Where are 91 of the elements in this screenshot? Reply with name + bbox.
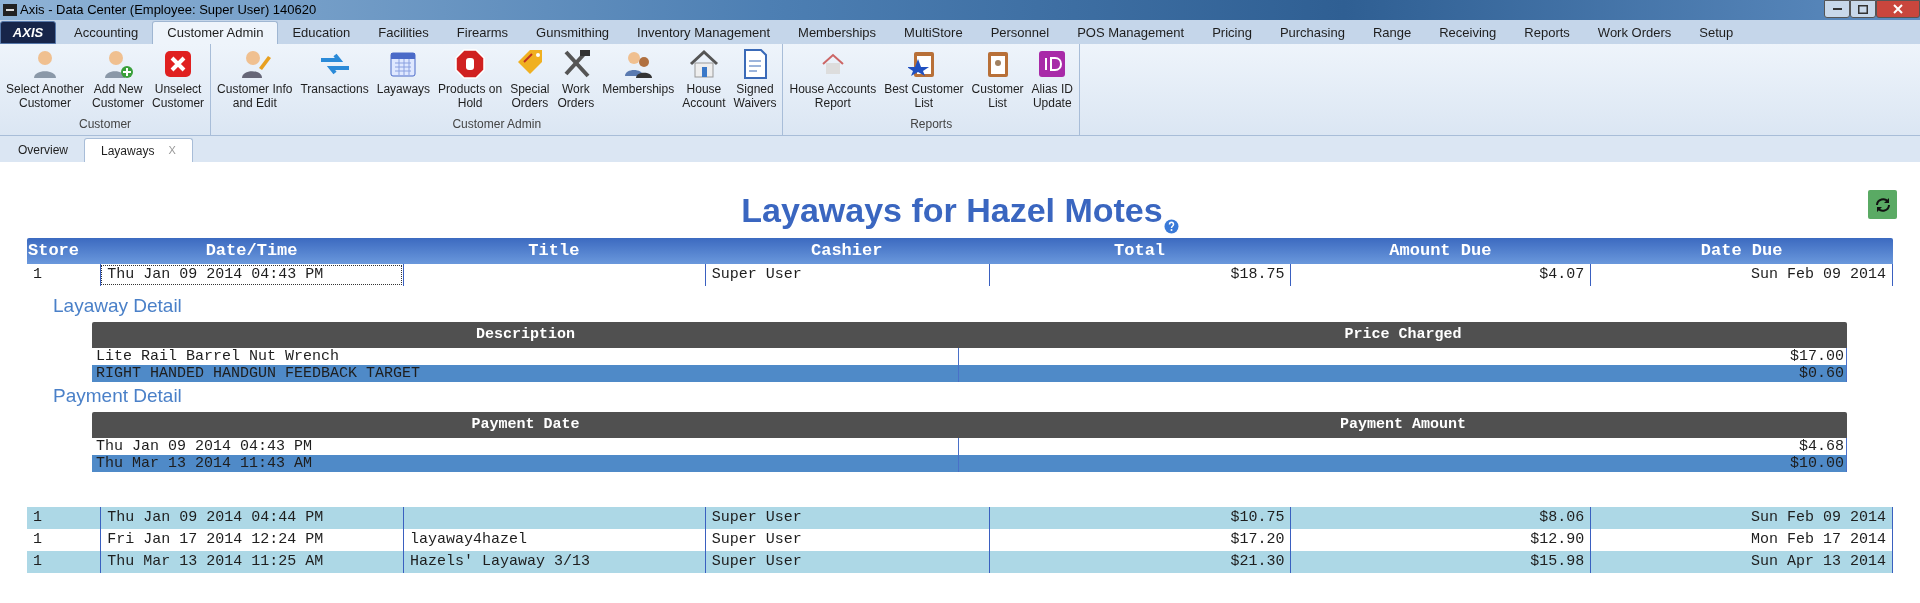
menu-tab[interactable]: Pricing — [1198, 21, 1266, 44]
column-header: Total — [1113, 240, 1167, 263]
menu-tab[interactable]: MultiStore — [890, 21, 977, 44]
table-cell: Thu Mar 13 2014 11:43 AM — [92, 455, 959, 472]
section-heading: Payment Detail — [53, 383, 183, 408]
table-row[interactable]: RIGHT HANDED HANDGUN FEEDBACK TARGET $0.60 — [92, 365, 1847, 382]
maximize-icon — [1858, 4, 1868, 14]
table-cell-text: 1 — [32, 507, 43, 528]
refresh-icon — [1873, 195, 1892, 214]
ribbon-button[interactable]: Best Customer List — [880, 44, 968, 115]
document-tab[interactable]: Layaways X — [84, 138, 193, 162]
ribbon-button[interactable]: Unselect Customer — [148, 44, 209, 115]
minimize-icon — [1832, 8, 1842, 10]
ribbon-button[interactable]: Layaways — [372, 44, 435, 115]
table-row[interactable]: 1 Thu Jan 09 2014 04:44 PM Super User $10.75 $8.06 Sun Feb 09 2014 — [27, 507, 1893, 529]
table-cell: $15.98 — [1290, 551, 1591, 573]
menu-tab[interactable]: Firearms — [442, 21, 523, 44]
ribbon-button[interactable]: Work Orders — [553, 44, 599, 115]
column-header: Store — [27, 240, 80, 263]
window-title: Axis - Data Center (Employee: Super User) 140620 — [20, 1, 317, 20]
table-cell: $4.07 — [1290, 264, 1591, 286]
menu-tab[interactable]: Education — [278, 21, 365, 44]
menu-tab[interactable]: Facilities — [364, 21, 443, 44]
app-icon — [3, 4, 17, 16]
table-cell: $18.75 — [988, 264, 1291, 286]
table-cell-text: 1 — [32, 529, 43, 550]
menu-tab[interactable]: Gunsmithing — [522, 21, 624, 44]
table-cell-text: 1 — [32, 551, 43, 572]
refresh-button[interactable] — [1868, 190, 1897, 219]
menu-tab[interactable]: Purchasing — [1265, 21, 1359, 44]
menu-tab[interactable]: Work Orders — [1583, 21, 1686, 44]
maximize-button[interactable] — [1850, 0, 1876, 18]
table-cell: Super User — [704, 264, 989, 286]
ribbon-button[interactable]: Transactions — [296, 44, 373, 115]
table-cell-text: 1 — [32, 264, 43, 285]
ribbon-button[interactable]: Customer List — [967, 44, 1028, 115]
section-heading: Layaway Detail — [53, 293, 183, 318]
ribbon-button[interactable]: Select Another Customer — [2, 44, 89, 115]
column-header: Cashier — [810, 240, 884, 263]
column-header: Date Due — [1699, 240, 1784, 263]
stop-hand-icon — [454, 48, 487, 80]
table-cell: Hazels' Layaway 3/13 — [403, 551, 705, 573]
close-icon — [1893, 4, 1903, 14]
menu-tab[interactable]: Accounting — [60, 21, 153, 44]
table-cell: Super User — [704, 551, 989, 573]
page-title: Layaways for Hazel Motes — [741, 190, 1163, 230]
ribbon-button[interactable]: Customer Info and Edit — [213, 44, 297, 115]
column-header: Price Charged — [1343, 324, 1463, 345]
menu-tab[interactable]: Inventory Management — [623, 21, 785, 44]
ribbon-button[interactable]: Memberships — [598, 44, 679, 115]
column-header: Date/Time — [204, 240, 299, 263]
house-icon — [687, 48, 720, 80]
minimize-button[interactable] — [1824, 0, 1850, 18]
menu-tab[interactable]: Personnel — [976, 21, 1064, 44]
ribbon-button[interactable]: House Account — [678, 44, 730, 115]
menu-tab[interactable]: POS Management — [1063, 21, 1199, 44]
menu-tab[interactable]: Range — [1358, 21, 1426, 44]
ribbon-button[interactable]: House Accounts Report — [785, 44, 881, 115]
ribbon-group-label: Customer — [78, 116, 133, 133]
table-cell: Thu Jan 09 2014 04:43 PM — [100, 264, 403, 286]
ribbon-group-label: Reports — [909, 116, 954, 133]
ribbon-button[interactable]: Add New Customer — [88, 44, 149, 115]
close-button[interactable] — [1876, 0, 1920, 18]
document-tab[interactable]: Overview — [2, 138, 84, 162]
help-icon[interactable] — [1163, 219, 1179, 234]
column-header: Amount Due — [1388, 240, 1493, 263]
ribbon-group-label: Customer Admin — [451, 116, 543, 133]
ribbon-button[interactable]: Special Orders — [506, 44, 554, 115]
table-row[interactable]: 1 Thu Mar 13 2014 11:25 AM Hazels' Layaway 3/13 Super User $21.30 $15.98 Sun Apr 13 2014 — [27, 551, 1893, 573]
table-cell: Thu Mar 13 2014 11:25 AM — [100, 551, 403, 573]
menu-tab[interactable]: Memberships — [784, 21, 891, 44]
menu-tab[interactable]: Customer Admin — [152, 21, 279, 44]
table-row[interactable]: Thu Mar 13 2014 11:43 AM $10.00 — [92, 455, 1847, 472]
column-header: Title — [527, 240, 581, 263]
ribbon-button[interactable]: Products on Hold — [434, 44, 507, 115]
ribbon-button[interactable]: Alias ID Update — [1027, 44, 1077, 115]
table-cell: Sun Feb 09 2014 — [1590, 264, 1893, 286]
person-add-icon — [102, 48, 135, 80]
app-logo: AXIS — [0, 21, 56, 44]
table-cell: Sun Apr 13 2014 — [1590, 551, 1893, 573]
table-cell: $0.60 — [959, 365, 1847, 382]
column-header: Description — [475, 324, 576, 345]
table-cell: $10.00 — [959, 455, 1847, 472]
column-header: Payment Amount — [1339, 414, 1467, 435]
ribbon-button[interactable]: Signed Waivers — [729, 44, 781, 115]
menu-tab[interactable]: Receiving — [1425, 21, 1511, 44]
column-header: Payment Date — [470, 414, 581, 435]
menu-tab[interactable]: Setup — [1685, 21, 1748, 44]
menu-tab[interactable]: Reports — [1510, 21, 1584, 44]
table-cell: RIGHT HANDED HANDGUN FEEDBACK TARGET — [92, 365, 959, 382]
table-cell: $21.30 — [988, 551, 1291, 573]
